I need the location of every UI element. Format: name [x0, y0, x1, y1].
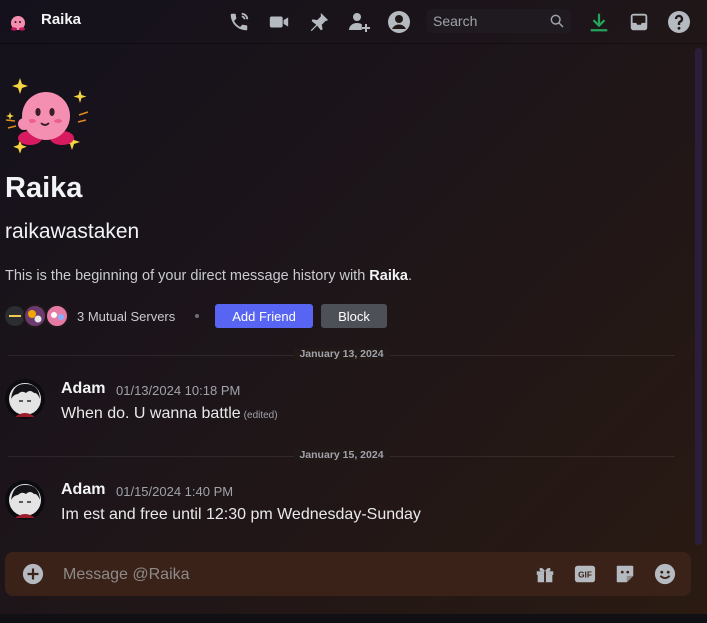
- search-icon: [550, 14, 564, 28]
- emoji-icon[interactable]: [654, 563, 676, 585]
- phone-call-icon[interactable]: [226, 9, 252, 35]
- message-composer: GIF: [5, 552, 691, 596]
- top-bar: Raika: [0, 0, 707, 44]
- pin-icon[interactable]: [306, 9, 332, 35]
- message-author[interactable]: Adam: [61, 380, 105, 398]
- message-timestamp: 01/15/2024 1:40 PM: [116, 484, 234, 499]
- help-icon[interactable]: [666, 9, 692, 35]
- user-profile-icon[interactable]: [386, 9, 412, 35]
- scrollbar[interactable]: [695, 48, 702, 545]
- message-content: Im est and free until 12:30 pm Wednesday…: [61, 506, 421, 524]
- message-author-avatar[interactable]: [5, 379, 45, 419]
- edited-indicator: (edited): [243, 410, 278, 421]
- add-friend-button[interactable]: Add Friend: [215, 304, 313, 328]
- add-friend-icon[interactable]: [346, 9, 372, 35]
- message-input[interactable]: [61, 562, 505, 588]
- mutual-server-avatars[interactable]: [5, 304, 71, 328]
- bottom-strip: [0, 614, 707, 623]
- mutual-servers-row: 3 Mutual Servers Add Friend Block: [5, 303, 405, 329]
- search-box[interactable]: [427, 9, 571, 33]
- date-divider: January 15, 2024: [8, 449, 675, 461]
- gif-label: GIF: [578, 571, 592, 580]
- date-divider-label: January 15, 2024: [293, 449, 390, 461]
- profile-display-name: Raika: [5, 172, 83, 204]
- add-attachment-icon[interactable]: [22, 563, 44, 585]
- dm-intro-suffix: .: [408, 268, 413, 284]
- message-text: Im est and free until 12:30 pm Wednesday…: [61, 506, 421, 523]
- message-text: When do. U wanna battle: [61, 405, 241, 422]
- sticker-icon[interactable]: [614, 563, 636, 585]
- channel-title: Raika: [41, 11, 82, 28]
- message-author-avatar[interactable]: [5, 480, 45, 520]
- mutual-servers-link[interactable]: 3 Mutual Servers: [77, 309, 175, 324]
- block-button[interactable]: Block: [321, 304, 387, 328]
- date-divider: January 13, 2024: [8, 348, 675, 360]
- message-content: When do. U wanna battle (edited): [61, 405, 278, 423]
- message-item: Adam 01/13/2024 10:18 PM When do. U wann…: [0, 379, 690, 439]
- gift-icon[interactable]: [534, 563, 556, 585]
- video-call-icon[interactable]: [266, 9, 292, 35]
- dm-intro-text: This is the beginning of your direct mes…: [5, 268, 412, 284]
- gif-icon[interactable]: GIF: [574, 563, 596, 585]
- search-input[interactable]: [433, 13, 543, 29]
- download-icon[interactable]: [586, 9, 612, 35]
- dm-avatar-icon[interactable]: [8, 12, 28, 32]
- dm-intro-prefix: This is the beginning of your direct mes…: [5, 268, 370, 284]
- message-timestamp: 01/13/2024 10:18 PM: [116, 383, 241, 398]
- profile-avatar: [5, 78, 89, 154]
- message-author[interactable]: Adam: [61, 481, 105, 499]
- date-divider-label: January 13, 2024: [293, 348, 390, 360]
- inbox-icon[interactable]: [626, 9, 652, 35]
- message-item: Adam 01/15/2024 1:40 PM Im est and free …: [0, 480, 690, 540]
- profile-username: raikawastaken: [5, 220, 140, 243]
- separator-dot: [195, 314, 199, 318]
- dm-intro-name: Raika: [369, 268, 408, 284]
